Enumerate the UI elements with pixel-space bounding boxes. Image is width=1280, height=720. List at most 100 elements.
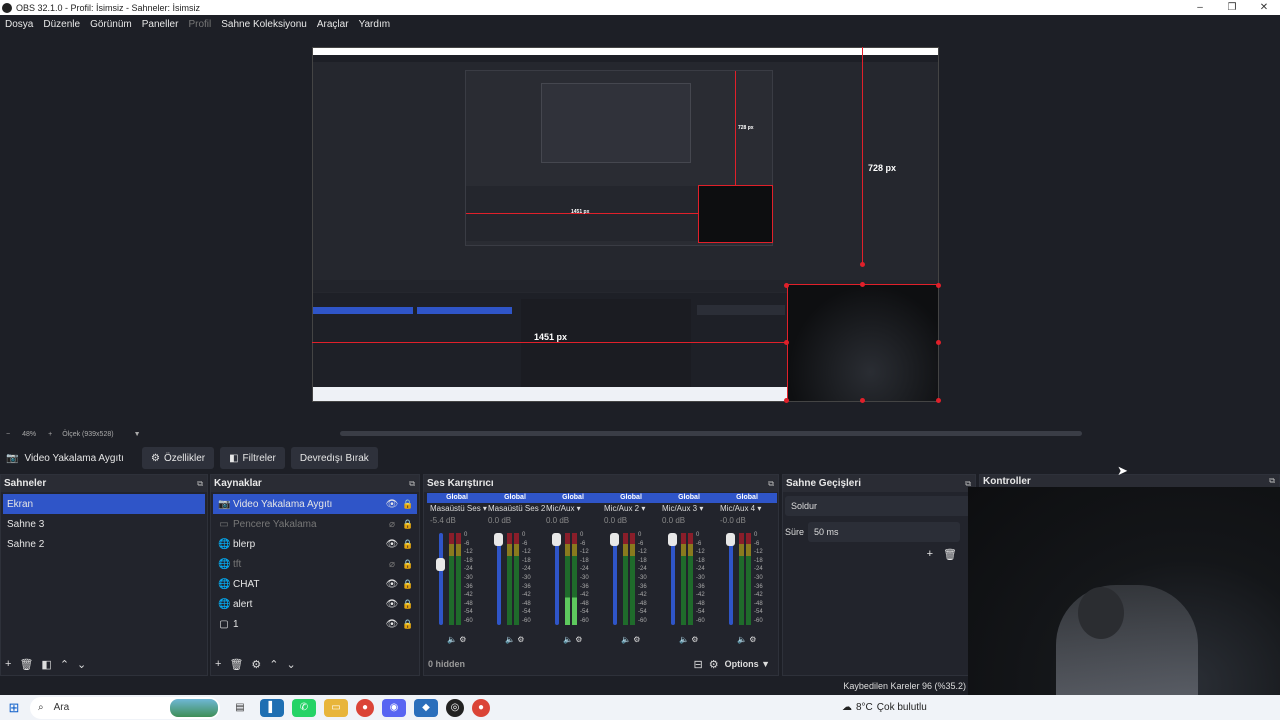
menu-edit[interactable]: Düzenle xyxy=(38,19,85,30)
mixer-layout-icon[interactable]: ⊟ xyxy=(693,658,702,671)
obs-icon[interactable]: ◎ xyxy=(446,698,464,717)
lock-icon[interactable]: 🔒 xyxy=(399,619,417,630)
transition-select[interactable]: Soldur xyxy=(785,496,973,516)
selection-handle[interactable] xyxy=(936,398,941,403)
selection-handle[interactable] xyxy=(860,282,865,287)
lock-icon[interactable]: 🔒 xyxy=(399,579,417,590)
channel-name[interactable]: Masaüstü Ses 2 ▾ xyxy=(485,503,545,515)
eye-icon[interactable]: 👁 xyxy=(385,619,399,630)
remove-transition-icon[interactable]: 🗑 xyxy=(943,548,957,561)
channel-name[interactable]: Mic/Aux 4 ▾ xyxy=(717,503,777,515)
volume-icon[interactable]: 🔈 xyxy=(505,635,515,644)
source-item[interactable]: 🌐 blerp 👁 🔒 xyxy=(213,534,417,554)
undock-icon[interactable]: ⧉ xyxy=(1269,476,1275,486)
zoom-out-button[interactable]: − xyxy=(6,431,10,438)
scene-filters-icon[interactable]: ◧ xyxy=(41,658,51,671)
channel-settings-icon[interactable]: ⚙ xyxy=(575,635,582,644)
volume-icon[interactable]: 🔈 xyxy=(447,635,457,644)
eye-icon[interactable]: 👁 xyxy=(385,499,399,510)
selection-handle[interactable] xyxy=(784,283,789,288)
fader-knob[interactable] xyxy=(436,557,445,571)
volume-icon[interactable]: 🔈 xyxy=(563,635,573,644)
selection-handle[interactable] xyxy=(936,340,941,345)
channel-name[interactable]: Masaüstü Ses ▾ xyxy=(427,503,487,515)
scene-item[interactable]: Ekran xyxy=(3,494,205,514)
source-item[interactable]: 🌐 tft ⌀ 🔒 xyxy=(213,554,417,574)
fader-knob[interactable] xyxy=(552,533,561,546)
eye-hidden-icon[interactable]: ⌀ xyxy=(385,519,399,530)
move-down-icon[interactable]: ⌄ xyxy=(287,658,296,671)
duration-input[interactable]: 50 ms xyxy=(808,522,961,542)
volume-fader[interactable] xyxy=(555,533,559,625)
volume-icon[interactable]: 🔈 xyxy=(621,635,631,644)
undock-icon[interactable]: ⧉ xyxy=(768,479,774,489)
source-properties-icon[interactable]: ⚙ xyxy=(251,658,261,671)
volume-fader[interactable] xyxy=(439,533,443,625)
add-source-icon[interactable]: + xyxy=(215,658,221,670)
eye-icon[interactable]: 👁 xyxy=(385,579,399,590)
volume-icon[interactable]: 🔈 xyxy=(679,635,689,644)
source-item[interactable]: ▢ 1 👁 🔒 xyxy=(213,614,417,634)
zoom-in-button[interactable]: + xyxy=(48,431,52,438)
selection-handle[interactable] xyxy=(860,398,865,403)
minimize-button[interactable]: – xyxy=(1184,2,1216,13)
move-down-icon[interactable]: ⌄ xyxy=(77,658,86,671)
source-item[interactable]: ▭ Pencere Yakalama ⌀ 🔒 xyxy=(213,514,417,534)
deactivate-button[interactable]: Devredışı Bırak xyxy=(290,447,378,469)
lock-icon[interactable]: 🔒 xyxy=(399,559,417,570)
scene-item[interactable]: Sahne 3 xyxy=(3,514,205,534)
menu-scene-collection[interactable]: Sahne Koleksiyonu xyxy=(216,19,312,30)
selection-handle[interactable] xyxy=(936,283,941,288)
channel-name[interactable]: Mic/Aux ▾ xyxy=(543,503,603,515)
eye-hidden-icon[interactable]: ⌀ xyxy=(385,559,399,570)
app-icon[interactable]: ▌ xyxy=(260,698,284,717)
move-up-icon[interactable]: ⌃ xyxy=(269,658,278,671)
scene-item[interactable]: Sahne 2 xyxy=(3,534,205,554)
channel-settings-icon[interactable]: ⚙ xyxy=(517,635,524,644)
selection-handle[interactable] xyxy=(784,340,789,345)
volume-fader[interactable] xyxy=(613,533,617,625)
channel-settings-icon[interactable]: ⚙ xyxy=(749,635,756,644)
file-explorer-icon[interactable]: ▭ xyxy=(324,698,348,717)
fader-knob[interactable] xyxy=(610,533,619,546)
volume-icon[interactable]: 🔈 xyxy=(737,635,747,644)
mixer-settings-icon[interactable]: ⚙ xyxy=(709,658,719,671)
maximize-button[interactable]: ❐ xyxy=(1216,2,1248,13)
menu-view[interactable]: Görünüm xyxy=(85,19,137,30)
volume-fader[interactable] xyxy=(729,533,733,625)
eye-icon[interactable]: 👁 xyxy=(385,599,399,610)
lock-icon[interactable]: 🔒 xyxy=(399,539,417,550)
eye-icon[interactable]: 👁 xyxy=(385,539,399,550)
channel-settings-icon[interactable]: ⚙ xyxy=(459,635,466,644)
menu-tools[interactable]: Araçlar xyxy=(312,19,354,30)
lock-icon[interactable]: 🔒 xyxy=(399,499,417,510)
undock-icon[interactable]: ⧉ xyxy=(197,479,203,489)
app-icon[interactable]: ◆ xyxy=(414,698,438,717)
menu-help[interactable]: Yardım xyxy=(354,19,396,30)
mixer-options-button[interactable]: Options ▼ xyxy=(725,659,770,669)
discord-icon[interactable]: ◉ xyxy=(382,698,406,717)
scale-dropdown-icon[interactable]: ▼ xyxy=(134,431,141,438)
add-scene-icon[interactable]: + xyxy=(5,658,11,670)
selection-handle[interactable] xyxy=(860,262,865,267)
menu-file[interactable]: Dosya xyxy=(0,19,38,30)
fader-knob[interactable] xyxy=(668,533,677,546)
task-view-icon[interactable]: ▤ xyxy=(228,699,252,717)
source-item[interactable]: 📷 Video Yakalama Aygıtı 👁 🔒 xyxy=(213,494,417,514)
whatsapp-icon[interactable]: ✆ xyxy=(292,698,316,717)
webcam-source-selection[interactable] xyxy=(787,284,938,401)
volume-fader[interactable] xyxy=(671,533,675,625)
undock-icon[interactable]: ⧉ xyxy=(409,479,415,489)
channel-settings-icon[interactable]: ⚙ xyxy=(633,635,640,644)
filters-button[interactable]: ◧ Filtreler xyxy=(220,447,285,469)
menu-profile[interactable]: Profil xyxy=(183,19,216,30)
volume-fader[interactable] xyxy=(497,533,501,625)
properties-button[interactable]: ⚙ Özellikler xyxy=(142,447,215,469)
chrome-icon[interactable]: ● xyxy=(356,698,374,717)
preview-canvas[interactable]: 728 px 1451 px 728 px 1451 px xyxy=(0,33,1280,426)
lock-icon[interactable]: 🔒 xyxy=(399,599,417,610)
add-transition-icon[interactable]: + xyxy=(927,548,933,561)
close-button[interactable]: ✕ xyxy=(1248,2,1280,13)
channel-name[interactable]: Mic/Aux 3 ▾ xyxy=(659,503,719,515)
selection-handle[interactable] xyxy=(784,398,789,403)
